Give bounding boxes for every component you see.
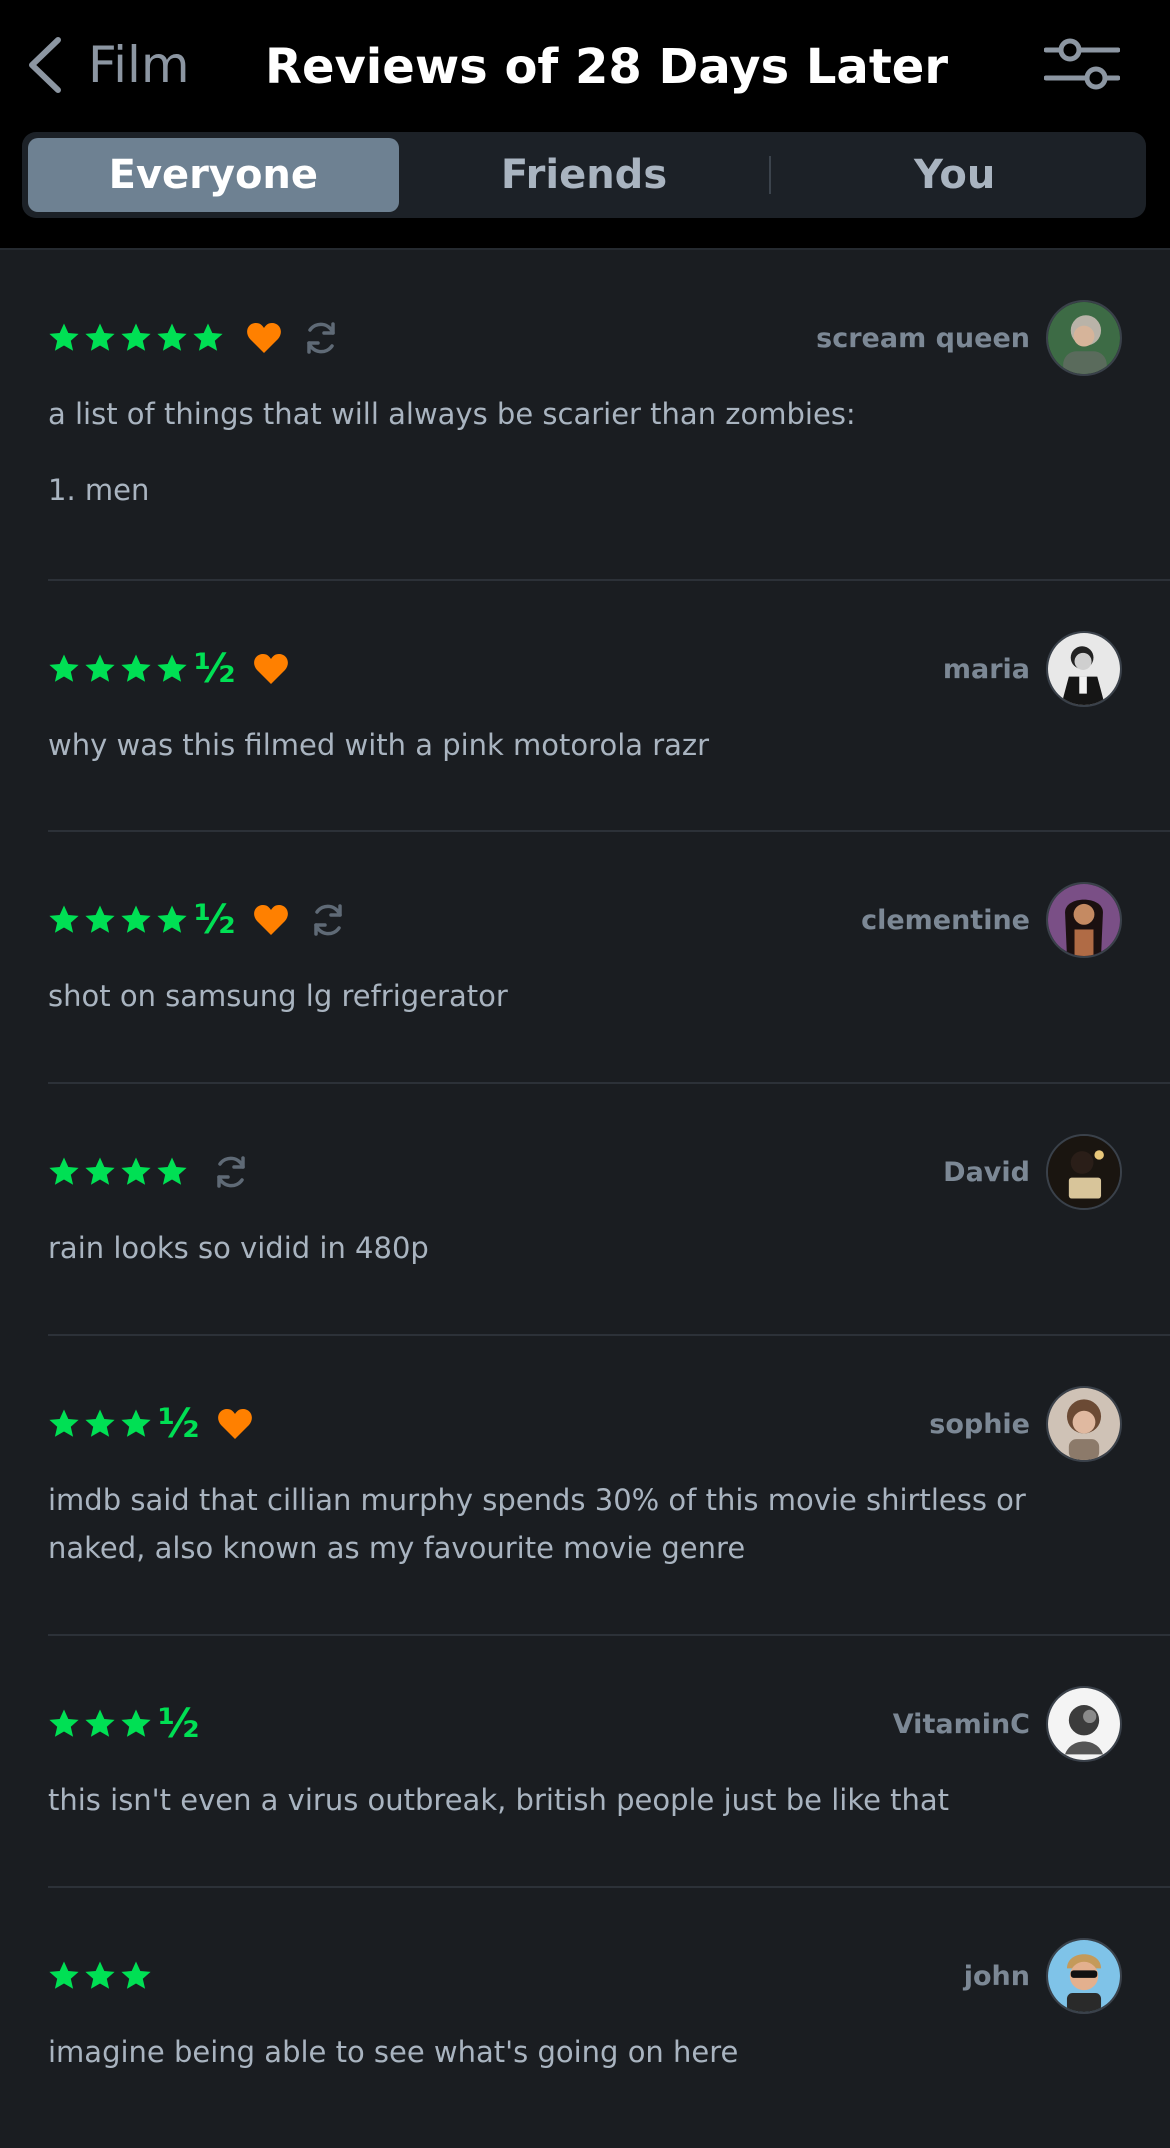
tab-you[interactable]: You	[769, 138, 1140, 212]
star-icon	[121, 1961, 151, 1989]
star-rating: ½	[48, 649, 235, 689]
tab-friends[interactable]: Friends	[399, 138, 770, 212]
rating: ½	[48, 1704, 199, 1744]
review-text: shot on samsung lg refrigerator	[48, 979, 508, 1013]
star-icon	[85, 654, 115, 682]
avatar[interactable]	[1046, 1386, 1122, 1462]
rating	[48, 1960, 156, 1992]
half-star-icon: ½	[194, 646, 236, 692]
heart-icon	[254, 905, 289, 935]
star-icon	[49, 905, 79, 933]
rewatch-icon	[314, 904, 343, 936]
review-item[interactable]: David rain looks so vidid in 480p	[48, 1084, 1170, 1336]
star-icon	[157, 1157, 187, 1185]
avatar[interactable]	[1046, 1134, 1122, 1210]
review-text: rain looks so vidid in 480p	[48, 1231, 429, 1265]
half-star-icon: ½	[194, 897, 236, 943]
review-item[interactable]: ½ clementine shot on samsung lg refriger…	[48, 832, 1170, 1084]
star-icon	[85, 323, 115, 351]
rating	[48, 319, 340, 357]
back-button[interactable]: Film	[24, 30, 190, 100]
star-icon	[49, 1157, 79, 1185]
star-icon	[121, 905, 151, 933]
star-icon	[121, 1709, 151, 1737]
star-icon	[121, 654, 151, 682]
page-title: Reviews of 28 Days Later	[265, 39, 948, 95]
heart-icon	[247, 323, 281, 353]
heart-icon	[218, 1409, 253, 1439]
rating: ½	[48, 1404, 253, 1444]
star-icon	[157, 323, 187, 351]
avatar[interactable]	[1046, 882, 1122, 958]
star-icon	[49, 1409, 79, 1437]
star-rating	[48, 1156, 192, 1188]
review-item[interactable]: ½ VitaminC this isn't even a virus outbr…	[48, 1636, 1170, 1888]
review-item[interactable]: scream queen a list of things that will …	[48, 250, 1170, 581]
review-text: this isn't even a virus outbreak, britis…	[48, 1783, 950, 1817]
filter-button[interactable]	[1043, 36, 1121, 92]
reviewer[interactable]: maria	[943, 631, 1122, 707]
reviewer-name: VitaminC	[892, 1708, 1030, 1740]
review-text: imdb said that cillian murphy spends 30%…	[48, 1483, 1026, 1565]
reviewer-name: maria	[942, 653, 1030, 685]
star-icon	[49, 1961, 79, 1989]
tab-everyone[interactable]: Everyone	[28, 138, 399, 212]
top-bar: Film Reviews of 28 Days Later Everyone F…	[0, 0, 1170, 250]
avatar[interactable]	[1046, 1938, 1122, 2014]
rating	[48, 1153, 250, 1191]
reviewer-name: clementine	[861, 904, 1030, 936]
review-item[interactable]: john imagine being able to see what's go…	[48, 1888, 1170, 2148]
sliders-icon	[1043, 38, 1121, 90]
star-icon	[121, 323, 151, 351]
star-icon	[121, 1157, 151, 1185]
star-icon	[49, 654, 79, 682]
review-item[interactable]: ½ sophie imdb said that cillian murphy s…	[48, 1336, 1170, 1636]
star-icon	[121, 1409, 151, 1437]
star-icon	[49, 323, 79, 351]
review-list: scream queen a list of things that will …	[0, 250, 1170, 2148]
rating: ½	[48, 649, 289, 689]
rating: ½	[48, 900, 347, 940]
half-star-icon: ½	[158, 1701, 200, 1747]
review-text: why was this filmed with a pink motorola…	[48, 728, 710, 762]
reviewer-name: john	[963, 1960, 1030, 1992]
review-text: imagine being able to see what's going o…	[48, 2035, 739, 2069]
star-icon	[157, 905, 187, 933]
reviewer[interactable]: sophie	[929, 1386, 1122, 1462]
reviewer-name: David	[943, 1156, 1030, 1188]
avatar[interactable]	[1046, 631, 1122, 707]
review-text: a list of things that will always be sca…	[48, 397, 856, 507]
back-label: Film	[88, 36, 190, 94]
reviewer[interactable]: scream queen	[816, 300, 1122, 376]
review-item[interactable]: ½ maria why was this filmed with a pink …	[48, 581, 1170, 832]
star-rating: ½	[48, 1404, 199, 1444]
star-icon	[157, 654, 187, 682]
reviewer-name: sophie	[929, 1408, 1030, 1440]
reviewer[interactable]: john	[964, 1938, 1122, 2014]
star-icon	[49, 1709, 79, 1737]
chevron-left-icon	[29, 37, 61, 93]
rewatch-icon	[307, 322, 335, 354]
star-rating	[48, 1960, 156, 1992]
star-icon	[85, 1409, 115, 1437]
star-icon	[85, 1961, 115, 1989]
star-icon	[85, 1157, 115, 1185]
audience-tabs: Everyone Friends You	[22, 132, 1146, 218]
star-rating	[48, 322, 228, 354]
half-star-icon: ½	[158, 1401, 200, 1447]
rewatch-icon	[217, 1156, 245, 1188]
star-rating: ½	[48, 900, 235, 940]
star-icon	[193, 323, 223, 351]
heart-icon	[254, 654, 289, 684]
star-icon	[85, 905, 115, 933]
avatar[interactable]	[1046, 300, 1122, 376]
reviewer-name: scream queen	[816, 322, 1030, 354]
reviewer[interactable]: clementine	[861, 882, 1122, 958]
reviewer[interactable]: VitaminC	[893, 1686, 1122, 1762]
reviewer[interactable]: David	[943, 1134, 1122, 1210]
star-rating: ½	[48, 1704, 199, 1744]
avatar[interactable]	[1046, 1686, 1122, 1762]
star-icon	[85, 1709, 115, 1737]
